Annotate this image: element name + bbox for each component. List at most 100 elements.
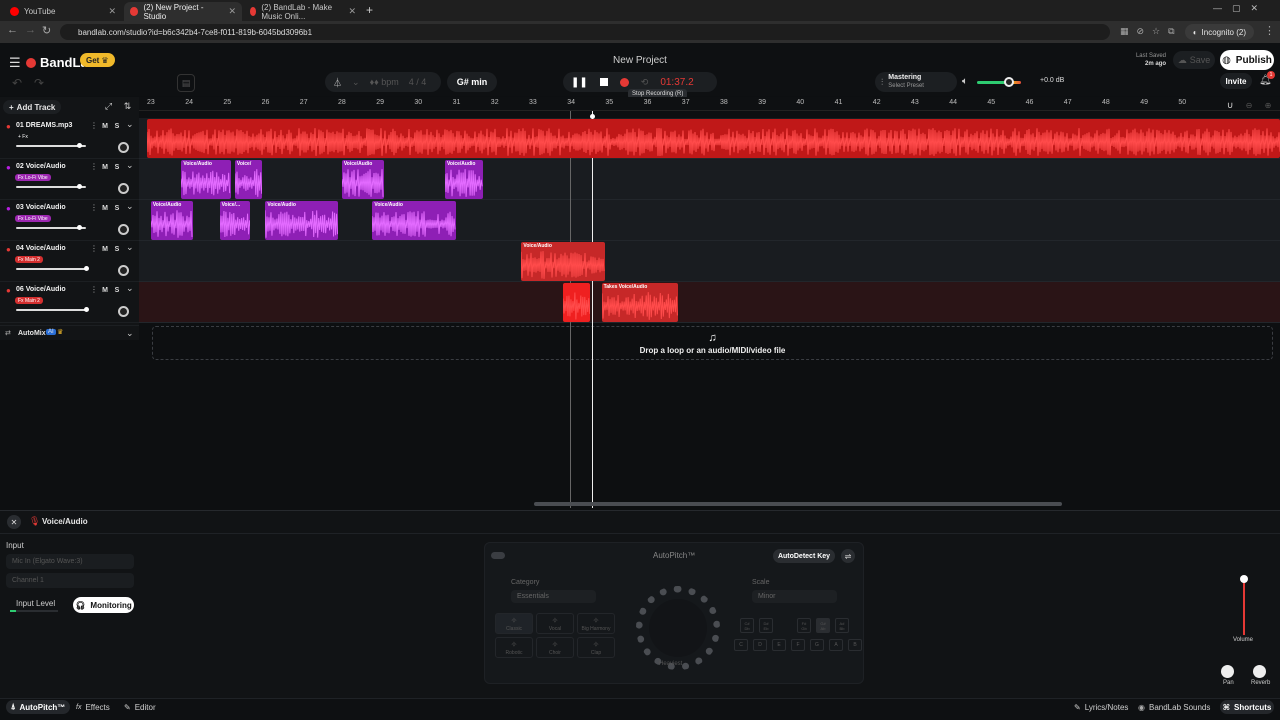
audio-clip[interactable]: Voice/Audio [181, 160, 232, 199]
time-signature[interactable]: 4 / 4 [409, 77, 427, 87]
channel-select[interactable]: Channel 1 [6, 573, 134, 588]
input-device-select[interactable]: Mic In (Elgato Wave:3) [6, 554, 134, 569]
automation-icon[interactable]: ⤢ [102, 100, 115, 113]
bpm-field[interactable]: ♦♦ bpm [370, 77, 399, 87]
chevron-down-icon[interactable]: ⌄ [126, 119, 134, 130]
track-settings-icon[interactable]: ⇅ [121, 100, 134, 113]
chevron-down-icon[interactable]: ⌄ [126, 328, 134, 339]
mastering-button[interactable]: ⫶ Mastering Select Preset [875, 72, 957, 92]
fx-badge[interactable]: Fx Main 2 [15, 256, 43, 263]
close-tab-icon[interactable]: ✕ [108, 6, 116, 17]
track-name[interactable]: 04 Voice/Audio [16, 245, 66, 252]
key-button[interactable]: F [791, 639, 805, 651]
tab-effects[interactable]: fx Effects [76, 700, 110, 714]
close-panel-icon[interactable]: ✕ [7, 515, 21, 529]
reverb-knob[interactable] [1253, 665, 1266, 678]
track-volume-slider[interactable] [16, 184, 86, 189]
audio-clip[interactable]: Voice/Audio [150, 201, 193, 240]
key-button[interactable]: A [829, 639, 843, 651]
browser-tab-youtube[interactable]: YouTube ✕ [4, 2, 122, 21]
audio-clip[interactable]: Voice/Audio [341, 160, 384, 199]
undo-icon[interactable]: ↶ [9, 75, 25, 91]
publish-button[interactable]: ◍ Publish [1220, 50, 1274, 70]
audio-clip[interactable] [563, 283, 591, 322]
preset-tile[interactable]: ✧ Classic [495, 613, 533, 634]
tab-autopitch[interactable]: ⍋ AutoPitch™ [6, 700, 70, 714]
solo-button[interactable]: S [112, 244, 122, 254]
solo-button[interactable]: S [112, 203, 122, 213]
autodetect-key-button[interactable]: AutoDetect Key [773, 549, 835, 563]
track-name[interactable]: 01 DREAMS.mp3 [16, 122, 72, 129]
track-header[interactable]: ● 01 DREAMS.mp3 + Fx ⋮ M S ⌄ [0, 118, 139, 159]
key-button[interactable]: D# Eb [759, 618, 773, 633]
master-volume-thumb[interactable] [1004, 77, 1014, 87]
chevron-down-icon[interactable]: ⌄ [126, 242, 134, 253]
track-volume-slider[interactable] [16, 225, 86, 230]
back-icon[interactable]: ← [7, 24, 18, 36]
audio-clip[interactable]: Voice/Audio [265, 201, 338, 240]
chevron-down-icon[interactable]: ⌄ [126, 160, 134, 171]
key-button[interactable]: B [848, 639, 862, 651]
track-volume-thumb[interactable] [1240, 575, 1248, 583]
preset-tile[interactable]: ✧ Clap [577, 637, 615, 658]
fx-badge[interactable]: Fx Lo-Fi Vibe [15, 215, 51, 222]
mute-button[interactable]: M [100, 203, 110, 213]
audio-clip[interactable]: Voice/Audio [521, 242, 606, 281]
track-more-icon[interactable]: ⋮ [90, 162, 98, 171]
autopitch-toggle[interactable] [491, 552, 505, 559]
fx-badge[interactable]: Fx Main 2 [15, 297, 43, 304]
audio-clip[interactable] [147, 119, 1280, 158]
browser-menu-icon[interactable]: ⋮ [1264, 24, 1275, 37]
url-field[interactable]: bandlab.com/studio?id=b6c342b4-7ce8-f011… [60, 24, 1110, 40]
project-title[interactable]: New Project [580, 55, 700, 66]
key-button[interactable]: A# Bb [835, 618, 849, 633]
autopitch-settings-icon[interactable]: ⇌ [841, 549, 855, 563]
track-volume-thumb[interactable] [84, 307, 89, 312]
automix-row[interactable]: ⇄ AutoMix AI ♛ ⌄ [0, 325, 139, 341]
solo-button[interactable]: S [112, 285, 122, 295]
timeline-ruler[interactable]: 23 24 25 26 27 28 29 30 31 32 33 34 35 36 37 38 39 40 41 42… [139, 97, 1280, 111]
track-pan-knob[interactable] [118, 224, 129, 235]
track-more-icon[interactable]: ⋮ [90, 121, 98, 130]
track-pan-knob[interactable] [118, 142, 129, 153]
track-more-icon[interactable]: ⋮ [90, 285, 98, 294]
mute-button[interactable]: M [100, 285, 110, 295]
close-tab-icon[interactable]: ✕ [348, 6, 356, 17]
key-selector[interactable]: G# min [447, 72, 497, 92]
category-select[interactable]: Essentials [511, 590, 596, 603]
track-volume-thumb[interactable] [77, 184, 82, 189]
close-tab-icon[interactable]: ✕ [228, 6, 236, 17]
key-button[interactable]: C# Db [740, 618, 754, 633]
metronome-dropdown-icon[interactable]: ⌄ [352, 77, 360, 88]
preset-tile[interactable]: ✧ Robotic [495, 637, 533, 658]
track-volume-slider[interactable] [16, 266, 89, 271]
track-header[interactable]: ● 03 Voice/Audio Fx Lo-Fi Vibe ⋮ M S ⌄ [0, 200, 139, 241]
mute-button[interactable]: M [100, 121, 110, 131]
fx-badge[interactable]: + Fx [15, 133, 31, 140]
solo-button[interactable]: S [112, 121, 122, 131]
track-pan-knob[interactable] [118, 183, 129, 194]
key-button[interactable]: E [772, 639, 786, 651]
track-pan-knob[interactable] [118, 265, 129, 276]
playhead[interactable] [592, 111, 593, 508]
bandlab-sounds-button[interactable]: ◉ BandLab Sounds [1138, 700, 1210, 714]
key-button[interactable]: D [753, 639, 767, 651]
speaker-icon[interactable]: 🔈︎ [962, 76, 968, 87]
preset-tile[interactable]: ✧ Vocal [536, 613, 574, 634]
key-button[interactable]: C [734, 639, 748, 651]
mute-button[interactable]: M [100, 162, 110, 172]
browser-tab-studio[interactable]: (2) New Project - Studio ✕ [124, 2, 242, 21]
track-header[interactable]: ● 04 Voice/Audio Fx Main 2 ⋮ M S ⌄ [0, 241, 139, 282]
track-header[interactable]: ● 02 Voice/Audio Fx Lo-Fi Vibe ⋮ M S ⌄ [0, 159, 139, 200]
track-volume-thumb[interactable] [77, 225, 82, 230]
track-header[interactable]: ● 06 Voice/Audio Fx Main 2 ⋮ M S ⌄ [0, 282, 139, 323]
new-tab-icon[interactable]: + [366, 3, 373, 17]
record-icon[interactable] [619, 77, 629, 87]
track-more-icon[interactable]: ⋮ [90, 244, 98, 253]
track-lane[interactable] [139, 282, 1280, 323]
track-volume-thumb[interactable] [84, 266, 89, 271]
zoom-out-icon[interactable]: ⊖ [1244, 100, 1254, 110]
zoom-in-icon[interactable]: ⊕ [1263, 100, 1273, 110]
lyrics-notes-button[interactable]: ✎ Lyrics/Notes [1074, 700, 1128, 714]
audio-clip[interactable]: Voice/... [219, 201, 251, 240]
